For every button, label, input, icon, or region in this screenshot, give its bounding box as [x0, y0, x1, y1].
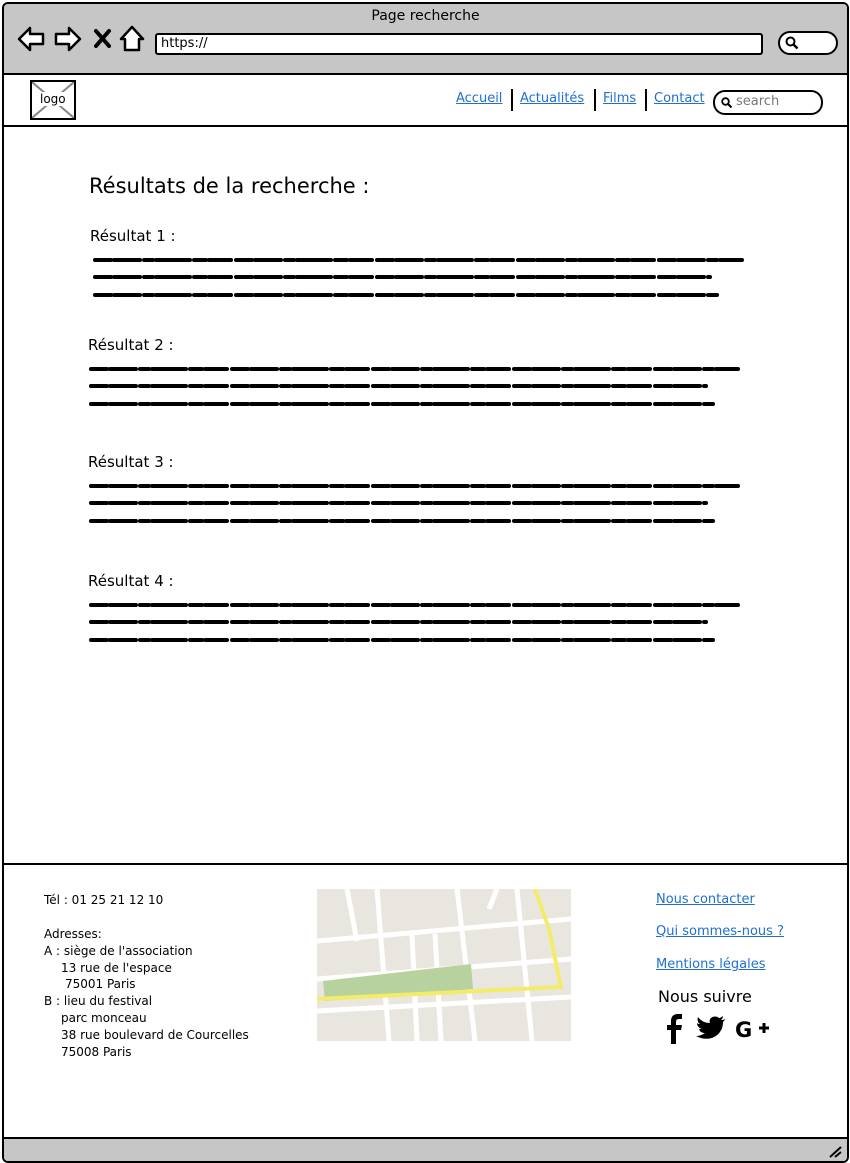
result-text-placeholder [93, 258, 744, 297]
address-bar-text: https:// [161, 36, 208, 51]
nav-divider [594, 89, 596, 111]
address-a-line: 75001 Paris [65, 977, 136, 991]
google-plus-icon[interactable]: G [734, 1013, 770, 1043]
facebook-icon[interactable] [664, 1013, 684, 1045]
browser-search-button[interactable] [778, 31, 838, 55]
forward-icon[interactable] [53, 24, 83, 54]
back-icon[interactable] [16, 24, 46, 54]
result-title[interactable]: Résultat 3 : [88, 453, 174, 471]
location-map[interactable] [317, 889, 571, 1041]
footer-link-legal[interactable]: Mentions légales [656, 957, 765, 972]
search-input[interactable]: search [713, 90, 823, 115]
address-b-line: 38 rue boulevard de Courcelles [61, 1028, 249, 1042]
map-graphic [317, 889, 571, 1041]
svg-text:G: G [735, 1018, 752, 1042]
footer-link-contact[interactable]: Nous contacter [656, 892, 755, 907]
search-icon [785, 36, 799, 50]
address-a-line: 13 rue de l'espace [61, 961, 172, 975]
address-b-line: parc monceau [61, 1011, 147, 1025]
footer-link-about[interactable]: Qui sommes-nous ? [656, 924, 784, 939]
result-title[interactable]: Résultat 2 : [88, 336, 174, 354]
nav-divider [511, 89, 513, 111]
result-title[interactable]: Résultat 1 : [90, 227, 176, 245]
result-text-placeholder [89, 484, 740, 523]
result-title[interactable]: Résultat 4 : [88, 572, 174, 590]
follow-heading: Nous suivre [658, 987, 752, 1006]
browser-chrome: Page recherche https:// [4, 4, 847, 75]
address-a-line: A : siège de l'association [44, 944, 193, 958]
nav-link-accueil[interactable]: Accueil [456, 91, 502, 106]
search-placeholder: search [736, 94, 780, 109]
address-b-line: B : lieu du festival [44, 994, 153, 1008]
logo-label: logo [39, 92, 67, 106]
result-text-placeholder [89, 367, 740, 406]
site-header: logo Accueil Actualités Films Contact se… [4, 75, 847, 127]
search-icon [721, 97, 733, 109]
home-icon[interactable] [118, 24, 148, 54]
twitter-icon[interactable] [695, 1013, 727, 1043]
result-text-placeholder [89, 603, 740, 642]
address-b-line: 75008 Paris [61, 1045, 132, 1059]
nav-link-films[interactable]: Films [603, 91, 636, 106]
nav-link-contact[interactable]: Contact [654, 91, 705, 106]
browser-window: Page recherche https:// logo Accueil Act… [2, 2, 849, 1163]
nav-divider [645, 89, 647, 111]
page-title: Résultats de la recherche : [89, 174, 370, 198]
logo[interactable]: logo [30, 80, 76, 120]
footer-phone: Tél : 01 25 21 12 10 [44, 893, 164, 907]
browser-status-bar [4, 1137, 847, 1161]
address-bar[interactable]: https:// [155, 33, 763, 55]
window-title: Page recherche [371, 8, 480, 24]
nav-link-actualites[interactable]: Actualités [520, 91, 584, 106]
footer-divider [4, 863, 847, 865]
footer-addresses-label: Adresses: [44, 927, 102, 941]
resize-grip-icon[interactable] [827, 1144, 843, 1158]
